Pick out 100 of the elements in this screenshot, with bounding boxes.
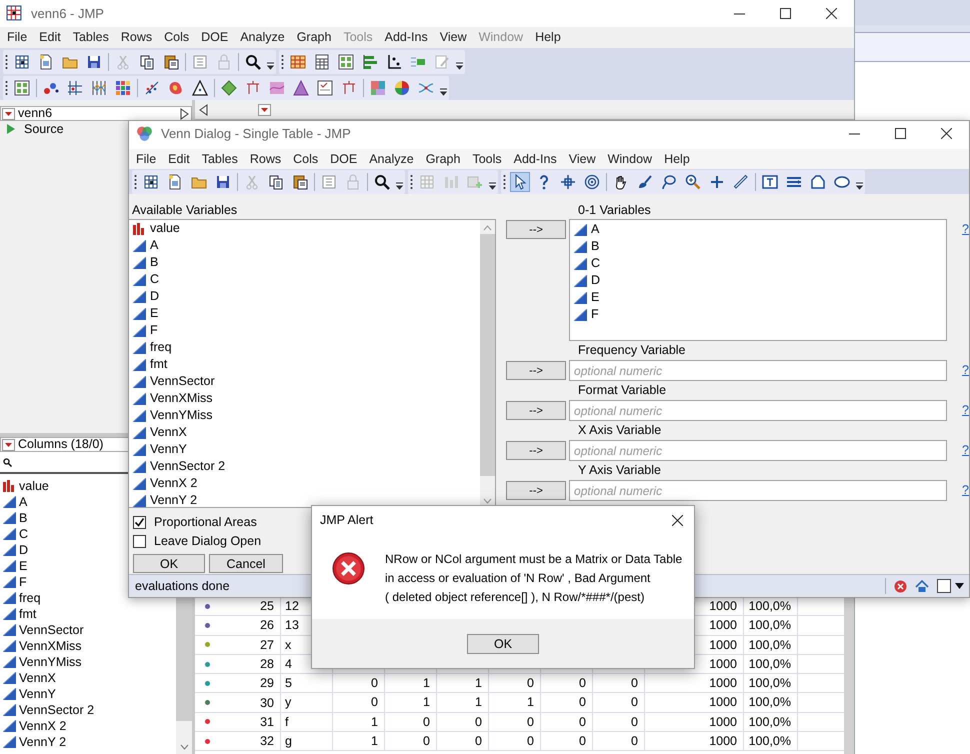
menu-item[interactable]: Tables: [196, 150, 244, 168]
toolbar-button[interactable]: [558, 172, 578, 192]
list-item[interactable]: D: [150, 287, 160, 306]
add-button[interactable]: -->: [506, 361, 566, 380]
help-link[interactable]: ?: [962, 220, 969, 239]
add-button[interactable]: -->: [506, 401, 566, 420]
list-item[interactable]: VennXMiss: [150, 389, 213, 408]
help-link[interactable]: ?: [962, 481, 969, 500]
scrollbar[interactable]: [844, 597, 854, 754]
list-item[interactable]: F: [150, 321, 158, 340]
list-item[interactable]: F: [591, 305, 599, 324]
help-link[interactable]: ?: [962, 361, 969, 380]
input-field[interactable]: optional numeric: [569, 480, 948, 501]
menu-item[interactable]: Cols: [287, 150, 324, 168]
menu-item[interactable]: Analyze: [363, 150, 420, 168]
add-button[interactable]: -->: [506, 441, 566, 460]
column-name[interactable]: VennSector: [19, 620, 84, 640]
toolbar-button[interactable]: [315, 78, 335, 98]
menu-item[interactable]: Add-Ins: [378, 28, 434, 47]
menu-item[interactable]: File: [1, 28, 34, 47]
list-item[interactable]: VennX 2: [150, 474, 198, 493]
toolbar-button[interactable]: [582, 172, 602, 192]
input-field[interactable]: optional numeric: [569, 360, 948, 381]
close-icon[interactable]: [672, 514, 683, 526]
list-item[interactable]: C: [591, 254, 600, 273]
toolbar-button[interactable]: [190, 78, 210, 98]
input-field[interactable]: optional numeric: [569, 400, 948, 421]
menu-item[interactable]: File: [130, 150, 162, 168]
list-item[interactable]: VennSector 2: [150, 457, 226, 476]
ok-button[interactable]: OK: [467, 634, 539, 654]
dropdown-icon[interactable]: [937, 578, 965, 594]
dialog-button[interactable]: Cancel: [209, 554, 283, 573]
menu-item[interactable]: Graph: [290, 28, 338, 47]
grip-icon[interactable]: [5, 80, 8, 96]
grip-icon[interactable]: [134, 174, 137, 190]
scrollbar[interactable]: [480, 220, 496, 507]
help-link[interactable]: ?: [962, 401, 969, 420]
dialog-button[interactable]: OK: [133, 554, 205, 573]
column-name[interactable]: A: [19, 492, 28, 512]
scroll-down-icon[interactable]: [483, 498, 492, 504]
checkbox-label[interactable]: Proportional Areas: [154, 513, 257, 532]
list-item[interactable]: D: [591, 271, 600, 290]
toolbar-button[interactable]: [683, 172, 703, 192]
toolbar-button[interactable]: [372, 172, 392, 192]
list-item[interactable]: VennY 2: [150, 491, 198, 510]
disclosure-menu-icon[interactable]: [2, 438, 15, 450]
list-item[interactable]: C: [150, 270, 160, 289]
menu-item[interactable]: Help: [529, 28, 567, 47]
list-item[interactable]: A: [591, 220, 600, 239]
tree-item[interactable]: Source: [24, 120, 64, 138]
scroll-down-icon[interactable]: [180, 744, 188, 750]
add-button[interactable]: -->: [506, 220, 566, 239]
column-name[interactable]: VennXMiss: [19, 636, 82, 656]
menu-item[interactable]: Window: [602, 150, 658, 168]
list-item[interactable]: freq: [150, 338, 172, 357]
toolbar-button[interactable]: [510, 172, 530, 192]
toolbar-button[interactable]: [336, 52, 356, 72]
checkbox[interactable]: [133, 516, 146, 529]
list-item[interactable]: E: [150, 304, 158, 323]
menu-item[interactable]: Add-Ins: [508, 150, 563, 168]
list-item[interactable]: B: [150, 253, 158, 272]
menu-item[interactable]: Cols: [158, 28, 196, 47]
grip-icon[interactable]: [5, 54, 8, 70]
menu-item[interactable]: Edit: [162, 150, 196, 168]
input-field[interactable]: optional numeric: [569, 440, 948, 461]
column-name[interactable]: D: [19, 540, 28, 560]
column-name[interactable]: VennSector 2: [19, 700, 94, 720]
menu-item[interactable]: Tables: [66, 28, 115, 47]
menu-item[interactable]: View: [434, 28, 473, 47]
menu-item[interactable]: Help: [658, 150, 696, 168]
collapse-icon[interactable]: [199, 104, 208, 116]
list-item[interactable]: VennYMiss: [150, 406, 213, 425]
add-button[interactable]: -->: [506, 481, 566, 500]
grip-icon[interactable]: [503, 174, 506, 190]
list-item[interactable]: E: [591, 288, 600, 307]
list-item[interactable]: VennSector: [150, 372, 215, 391]
menu-item[interactable]: DOE: [324, 150, 364, 168]
expand-icon[interactable]: [180, 108, 189, 120]
column-name[interactable]: VennY: [19, 684, 56, 704]
help-link[interactable]: ?: [962, 441, 969, 460]
disclosure-menu-icon[interactable]: [258, 104, 271, 116]
list-item[interactable]: fmt: [150, 355, 168, 374]
toolbar-button[interactable]: [12, 78, 32, 98]
grip-icon[interactable]: [281, 54, 284, 70]
toolbar-button[interactable]: [291, 78, 311, 98]
list-item[interactable]: B: [591, 237, 600, 256]
column-name[interactable]: E: [19, 556, 28, 576]
list-item[interactable]: A: [150, 236, 158, 255]
panel-header[interactable]: venn6: [0, 106, 192, 121]
column-name[interactable]: value: [19, 476, 49, 496]
disclosure-menu-icon[interactable]: [2, 108, 15, 120]
column-name[interactable]: VennX 2: [19, 716, 66, 736]
checkbox[interactable]: [133, 535, 146, 548]
column-name[interactable]: freq: [19, 588, 41, 608]
column-name[interactable]: VennX: [19, 668, 56, 688]
grip-icon[interactable]: [410, 174, 413, 190]
toolbar-button[interactable]: [243, 52, 263, 72]
column-name[interactable]: C: [19, 524, 28, 544]
menu-item[interactable]: Rows: [244, 150, 288, 168]
column-name[interactable]: B: [19, 508, 28, 528]
